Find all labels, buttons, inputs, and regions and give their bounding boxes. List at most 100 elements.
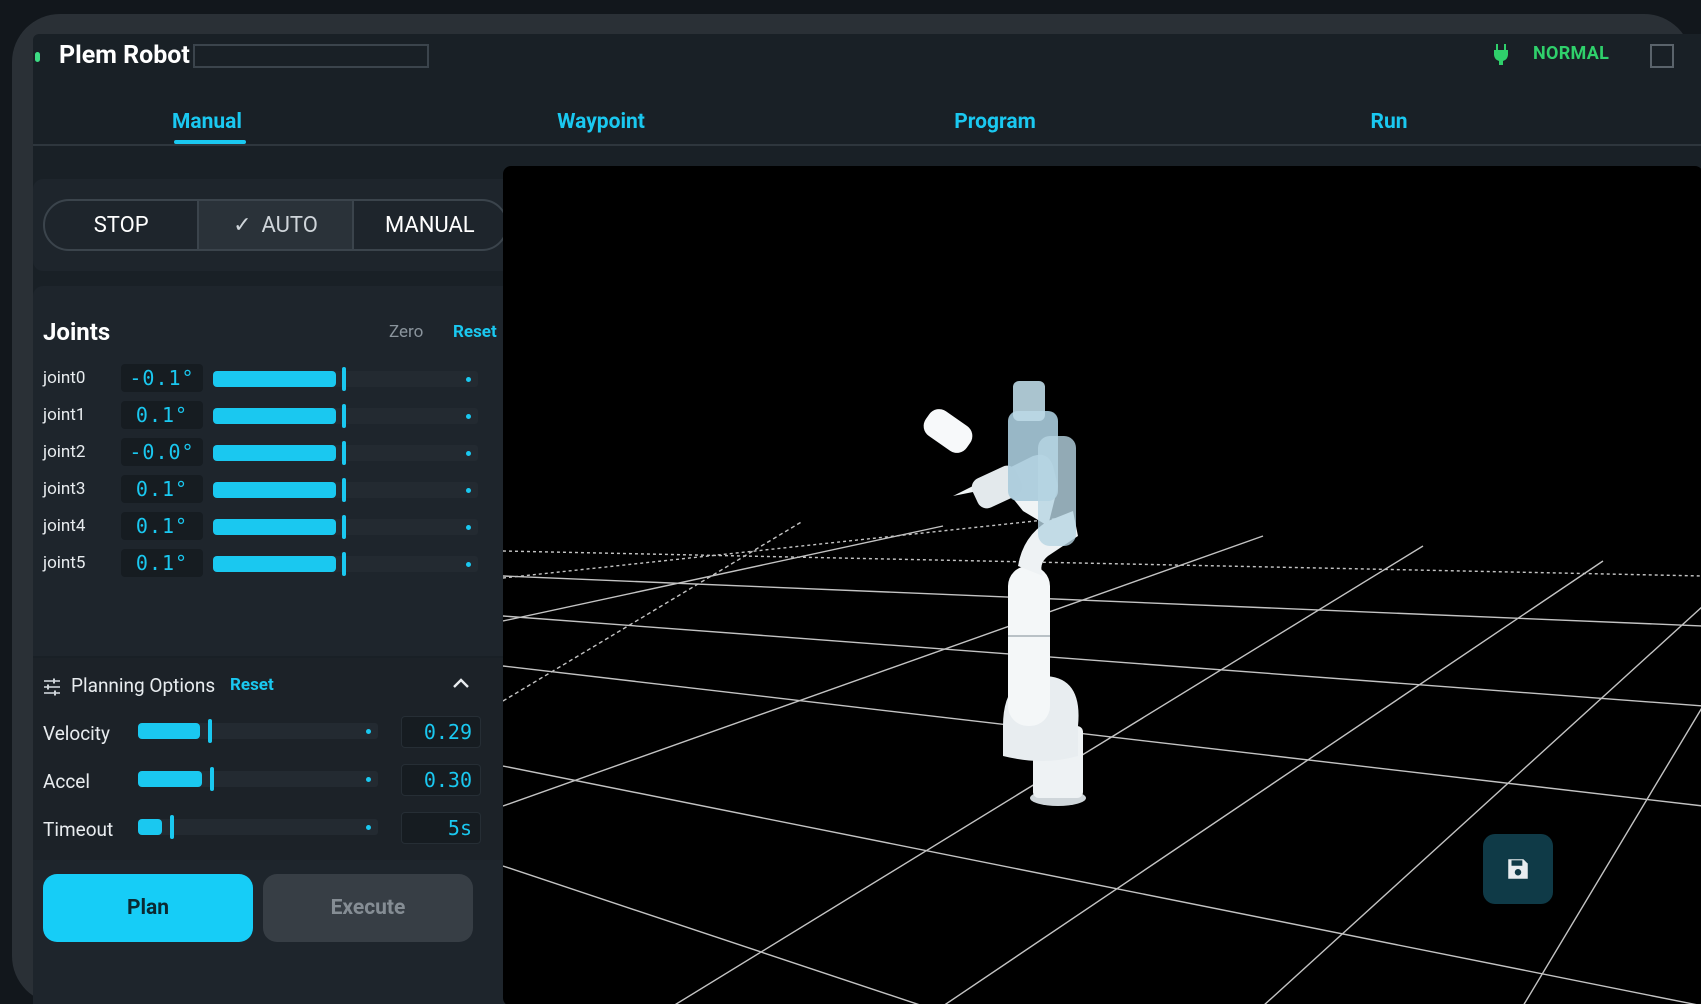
joints-panel: Joints Zero Reset joint0 -0.1° joint1 0.1° j…	[33, 286, 524, 656]
joints-title: Joints	[43, 318, 111, 346]
tune-icon	[44, 678, 60, 696]
slider-end-dot	[466, 562, 471, 567]
chevron-up-icon[interactable]	[451, 676, 471, 690]
joint-slider[interactable]	[213, 478, 478, 502]
auto-button[interactable]: ✓ AUTO	[199, 201, 354, 249]
robot-arm	[923, 381, 1086, 806]
planning-options-title: Planning Options	[71, 674, 216, 697]
joint-row: joint4 0.1°	[43, 512, 513, 542]
tab-manual[interactable]: Manual	[172, 110, 242, 134]
slider-thumb[interactable]	[342, 552, 346, 576]
app-title: Plem Robot	[59, 41, 190, 70]
joint-label: joint3	[43, 479, 86, 499]
tab-waypoint[interactable]: Waypoint	[557, 110, 645, 134]
joint-slider[interactable]	[213, 515, 478, 539]
planning-option-label: Accel	[43, 770, 90, 793]
tab-run[interactable]: Run	[1371, 110, 1408, 134]
save-icon	[1508, 859, 1528, 879]
slider-end-dot	[366, 777, 371, 782]
slider-thumb[interactable]	[170, 815, 174, 839]
joint-label: joint1	[43, 405, 86, 425]
slider-thumb[interactable]	[342, 441, 346, 465]
joint-label: joint5	[43, 553, 86, 573]
slider-fill	[138, 723, 200, 739]
slider-end-dot	[466, 414, 471, 419]
planning-option-slider[interactable]	[138, 719, 378, 743]
zero-button[interactable]: Zero	[389, 322, 423, 342]
joint-value-field[interactable]: -0.0°	[121, 438, 203, 466]
joint-label: joint0	[43, 368, 86, 388]
slider-end-dot	[366, 729, 371, 734]
planning-options-panel: Planning Options Reset Velocity 0.29 Accel…	[33, 658, 524, 860]
action-panel: Plan Execute	[33, 860, 524, 1004]
planning-option-row: Velocity 0.29	[43, 716, 513, 750]
slider-end-dot	[466, 525, 471, 530]
slider-thumb[interactable]	[342, 515, 346, 539]
joint-slider[interactable]	[213, 552, 478, 576]
slider-thumb[interactable]	[342, 367, 346, 391]
planning-option-slider[interactable]	[138, 815, 378, 839]
active-tab-indicator	[174, 140, 246, 144]
top-bar: Plem Robot NORMAL	[33, 34, 1701, 92]
joint-value-field[interactable]: -0.1°	[121, 364, 203, 392]
slider-end-dot	[466, 451, 471, 456]
slider-fill	[138, 819, 162, 835]
joint-row: joint0 -0.1°	[43, 364, 513, 394]
manual-label: MANUAL	[384, 212, 475, 238]
joint-slider[interactable]	[213, 441, 478, 465]
joint-label: joint2	[43, 442, 86, 462]
planning-option-row: Accel 0.30	[43, 764, 513, 798]
joint-value-field[interactable]: 0.1°	[121, 549, 203, 577]
joint-row: joint3 0.1°	[43, 475, 513, 505]
joints-reset-button[interactable]: Reset	[453, 322, 497, 342]
joint-slider[interactable]	[213, 404, 478, 428]
auto-label: AUTO	[261, 212, 318, 238]
slider-fill	[213, 371, 336, 387]
slider-fill	[213, 519, 336, 535]
planning-option-label: Velocity	[43, 722, 110, 745]
joint-slider[interactable]	[213, 367, 478, 391]
slider-thumb[interactable]	[210, 767, 214, 791]
stop-label: STOP	[93, 212, 149, 238]
planning-reset-button[interactable]: Reset	[230, 675, 274, 695]
mode-panel: STOP ✓ AUTO MANUAL	[33, 179, 524, 271]
save-button[interactable]	[1483, 834, 1553, 904]
slider-thumb[interactable]	[208, 719, 212, 743]
check-icon: ✓	[233, 212, 252, 238]
slider-fill	[213, 445, 336, 461]
connection-dot	[35, 52, 40, 62]
slider-end-dot	[466, 488, 471, 493]
joint-row: joint1 0.1°	[43, 401, 513, 431]
slider-thumb[interactable]	[342, 404, 346, 428]
planning-option-row: Timeout 5s	[43, 812, 513, 846]
planning-option-value[interactable]: 5s	[401, 812, 481, 844]
stop-button[interactable]: STOP	[45, 201, 200, 249]
planning-option-slider[interactable]	[138, 767, 378, 791]
slider-fill	[213, 408, 336, 424]
slider-end-dot	[366, 825, 371, 830]
status-label: NORMAL	[1533, 43, 1610, 64]
plan-button[interactable]: Plan	[43, 874, 253, 942]
mode-toggle-group: STOP ✓ AUTO MANUAL	[43, 199, 508, 251]
tab-bar: Manual Waypoint Program Run	[33, 92, 1701, 146]
slider-end-dot	[466, 377, 471, 382]
app-screen: Plem Robot NORMAL Manual Waypoint Progra…	[33, 34, 1701, 1004]
joint-label: joint4	[43, 516, 86, 536]
planning-option-value[interactable]: 0.29	[401, 716, 481, 748]
tab-program[interactable]: Program	[954, 110, 1036, 134]
slider-thumb[interactable]	[342, 478, 346, 502]
planning-option-value[interactable]: 0.30	[401, 764, 481, 796]
manual-button[interactable]: MANUAL	[354, 201, 506, 249]
joint-value-field[interactable]: 0.1°	[121, 512, 203, 540]
title-input[interactable]	[193, 44, 429, 68]
joint-row: joint2 -0.0°	[43, 438, 513, 468]
slider-fill	[213, 482, 336, 498]
slider-fill	[138, 771, 202, 787]
joint-value-field[interactable]: 0.1°	[121, 401, 203, 429]
execute-button: Execute	[263, 874, 473, 942]
plug-icon	[1494, 44, 1508, 65]
slider-fill	[213, 556, 336, 572]
joint-value-field[interactable]: 0.1°	[121, 475, 203, 503]
joint-row: joint5 0.1°	[43, 549, 513, 579]
window-toggle-button[interactable]	[1650, 44, 1674, 68]
